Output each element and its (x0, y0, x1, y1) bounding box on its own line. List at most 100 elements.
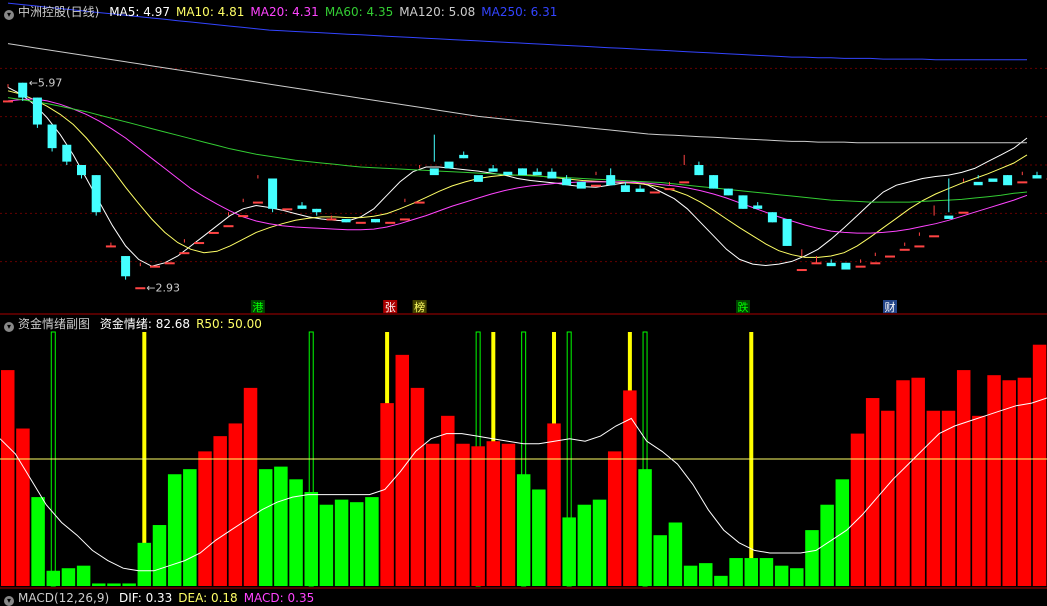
sentiment-bar (396, 355, 410, 586)
candle (856, 259, 865, 267)
candle-body (239, 216, 248, 217)
candle-body (1033, 175, 1042, 178)
candle-body (768, 212, 777, 222)
candle-body (827, 263, 836, 266)
candle (562, 175, 571, 185)
event-marker: 港 (252, 301, 263, 314)
sentiment-bar (881, 411, 895, 586)
candle (33, 98, 42, 128)
candle-body (180, 253, 189, 254)
event-markers: 港张榜跌财 (251, 300, 897, 314)
candle-body (665, 189, 674, 190)
candle-body (165, 263, 174, 264)
candle (606, 168, 615, 185)
sentiment-bar (350, 502, 364, 586)
stock-chart: ←5.97←2.93 港张榜跌财 (0, 0, 1047, 597)
candle (768, 212, 777, 222)
sentiment-bar (866, 398, 880, 586)
sentiment-bar (775, 566, 789, 586)
sentiment-bar (699, 563, 713, 586)
sentiment-bar (653, 535, 667, 586)
sentiment-bar (896, 380, 910, 586)
candle-body (533, 172, 542, 175)
candle-body (577, 182, 586, 189)
candle (547, 168, 556, 178)
candle-body (680, 182, 689, 183)
sentiment-bar (684, 566, 698, 586)
sentiment-bar (320, 505, 334, 586)
candle-body (62, 145, 71, 162)
sentiment-bar (31, 497, 44, 586)
candle-body (224, 226, 233, 227)
candle-body (944, 216, 953, 219)
candle-body (48, 125, 57, 149)
candle-body (209, 232, 218, 233)
sentiment-bar (411, 388, 425, 586)
candle (988, 175, 997, 182)
sentiment-bar (471, 446, 485, 586)
candle-body (151, 266, 160, 267)
candle (577, 182, 586, 189)
candle-body (77, 165, 86, 175)
sentiment-bar (1002, 380, 1016, 586)
sub-legend: ▾资金情绪副图 资金情绪: 82.68R50: 50.00 (4, 316, 274, 332)
sentiment-bar (229, 423, 243, 586)
candle (915, 232, 924, 246)
candle-body (959, 212, 968, 213)
sentiment-bar (547, 423, 561, 586)
chevron-down-icon[interactable]: ▾ (4, 322, 14, 332)
candle-body (1018, 182, 1027, 183)
sentiment-bar (107, 583, 121, 586)
ma-line-ma60 (8, 98, 1027, 203)
candle (121, 256, 130, 280)
sentiment-bar (304, 492, 318, 586)
candle (151, 259, 160, 267)
candle (533, 168, 542, 175)
candle-body (592, 185, 601, 186)
sentiment-bar (517, 474, 531, 586)
candle-body (430, 168, 439, 175)
candle-body (562, 178, 571, 185)
sentiment-bar (198, 451, 212, 586)
candle-body (386, 222, 395, 223)
candle-body (900, 249, 909, 250)
ma-legend-item-1: MA10: 4.81 (176, 5, 244, 19)
sentiment-bar (790, 568, 804, 586)
sentiment-bar (138, 543, 152, 586)
candle (445, 152, 454, 169)
ma-line-ma5 (8, 87, 1027, 266)
sentiment-bar (927, 411, 941, 586)
sentiment-bar (623, 390, 637, 586)
chevron-down-icon[interactable]: ▾ (4, 10, 14, 20)
candle-body (606, 175, 615, 185)
sentiment-bar (1033, 345, 1047, 586)
macd-legend-item-2: MACD: 0.35 (244, 591, 315, 605)
price-annotation: ←2.93 (146, 282, 180, 295)
candle-body (841, 263, 850, 270)
candle-body (92, 175, 101, 212)
candle-body (915, 246, 924, 247)
candle (459, 152, 468, 159)
candle (136, 263, 145, 289)
event-marker: 财 (885, 300, 896, 314)
sentiment-bar (972, 416, 986, 586)
sentiment-bar (957, 370, 971, 586)
sentiment-bar (532, 489, 546, 586)
candle-body (886, 256, 895, 257)
sentiment-bar (77, 566, 91, 586)
candle-body (18, 83, 27, 98)
sentiment-bar (729, 558, 743, 586)
candle (1018, 172, 1027, 183)
candle (92, 175, 101, 215)
sentiment-bar (562, 517, 576, 586)
candle (900, 243, 909, 251)
sentiment-bar (168, 474, 182, 586)
sentiment-bar (502, 444, 516, 586)
sentiment-bar (122, 583, 135, 586)
candle-body (783, 219, 792, 246)
chevron-down-icon[interactable]: ▾ (4, 596, 14, 606)
candle-body (268, 178, 277, 208)
candle (312, 209, 321, 216)
macd-legend-item-0: DIF: 0.33 (119, 591, 172, 605)
candle-body (547, 172, 556, 179)
